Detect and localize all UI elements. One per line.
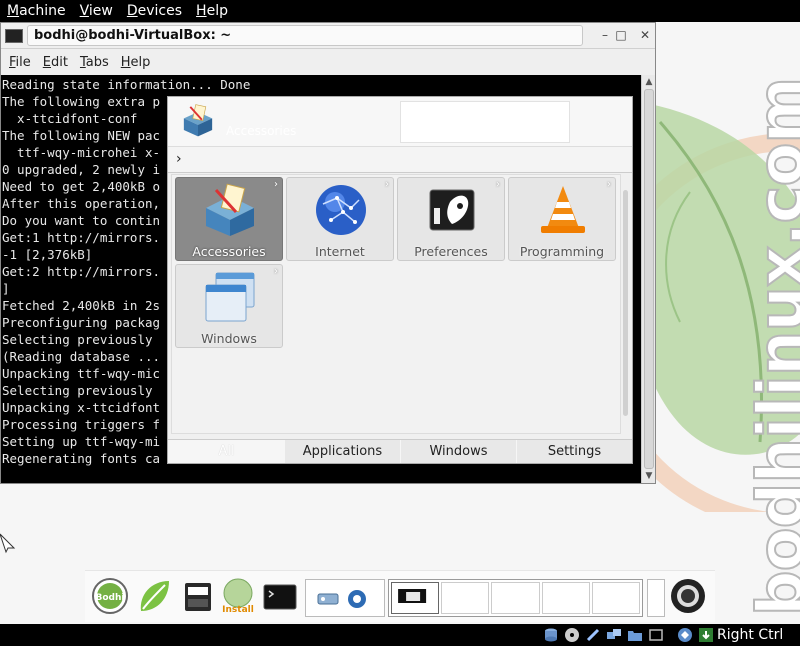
midori-browser-icon[interactable] <box>135 577 173 615</box>
tab-all[interactable]: All <box>168 440 284 463</box>
launcher-search-field[interactable]: Search... <box>400 101 570 143</box>
file-manager-icon[interactable] <box>179 577 217 615</box>
vbox-menu-help[interactable]: Help <box>189 0 235 22</box>
launcher-category-grid: › Accessories › Internet › Preferences ›… <box>171 174 621 434</box>
dock-iconbox <box>305 579 385 617</box>
launcher-search-text: Search... <box>493 112 542 125</box>
terminal-title: bodhi@bodhi-VirtualBox: ~ <box>27 25 583 46</box>
category-tile-accessories[interactable]: › Accessories <box>175 177 283 261</box>
minimize-button[interactable]: – <box>597 27 613 43</box>
maximize-button[interactable]: □ <box>613 27 629 43</box>
launcher-tabs: All Applications Windows Settings <box>168 439 632 463</box>
tile-arrow-icon: › <box>385 179 389 190</box>
launcher-scrollbar[interactable] <box>622 174 630 434</box>
vbox-menu-view[interactable]: View <box>73 0 120 22</box>
windows-icon <box>205 272 255 322</box>
terminal-icon[interactable] <box>261 577 299 615</box>
tab-settings[interactable]: Settings <box>516 440 632 463</box>
terminal-menu-file[interactable]: File <box>3 55 37 70</box>
terminal-menu-edit[interactable]: Edit <box>37 55 74 70</box>
pager-desktop-2[interactable] <box>441 582 490 614</box>
network-icon[interactable] <box>316 588 342 610</box>
terminal-line: Reading state information... Done <box>2 77 251 92</box>
vbox-menu-machine[interactable]: Machine <box>0 0 73 22</box>
svg-text:Bodhi: Bodhi <box>96 593 125 603</box>
tile-arrow-icon: › <box>274 179 278 190</box>
virtualization-icon[interactable] <box>677 627 693 643</box>
breadcrumb-arrow-icon[interactable]: › <box>176 151 182 167</box>
install-icon[interactable]: Install <box>219 577 257 615</box>
tile-label: Preferences <box>414 244 488 259</box>
category-tile-internet[interactable]: › Internet <box>286 177 394 261</box>
app-launcher: Accessories Search... › › Accessories › … <box>167 96 633 464</box>
pager-desktop-5[interactable] <box>591 582 641 614</box>
pager-desktop-4[interactable] <box>541 582 590 614</box>
pager-window-thumbnail <box>398 589 427 603</box>
usb-icon[interactable] <box>585 627 601 643</box>
accessories-icon <box>183 104 213 137</box>
category-tile-programming[interactable]: › Programming <box>508 177 616 261</box>
tile-arrow-icon: › <box>496 179 500 190</box>
globe-icon <box>316 185 366 235</box>
host-key-label: Right Ctrl <box>717 627 784 643</box>
shared-folder-icon[interactable] <box>627 627 643 643</box>
terminal-scroll-thumb[interactable] <box>644 89 654 469</box>
tab-windows[interactable]: Windows <box>400 440 516 463</box>
speaker-icon[interactable] <box>669 577 707 615</box>
scroll-down-arrow-icon[interactable]: ▼ <box>642 469 656 483</box>
svg-text:Install: Install <box>222 605 254 615</box>
vbox-menu-devices[interactable]: Devices <box>120 0 189 22</box>
scroll-up-arrow-icon[interactable]: ▲ <box>642 75 656 89</box>
terminal-menu-help[interactable]: Help <box>115 55 157 70</box>
terminal-titlebar[interactable]: bodhi@bodhi-VirtualBox: ~ – □ ✕ <box>1 23 655 49</box>
accessories-icon <box>206 183 254 236</box>
dock: Bodhi Install <box>85 570 715 622</box>
launcher-header: Accessories Search... <box>168 97 632 147</box>
launcher-scroll-thumb[interactable] <box>623 190 628 416</box>
terminal-app-icon[interactable] <box>5 29 23 43</box>
dock-separator <box>647 579 665 617</box>
vbox-menubar: Machine View Devices Help <box>0 0 800 22</box>
terminal-menubar: File Edit Tabs Help <box>1 49 655 75</box>
wallpaper-site-text: bodhilinux.com <box>744 77 800 617</box>
pager-desktop-1[interactable] <box>391 582 440 614</box>
virtual-desktop-pager <box>388 579 643 617</box>
video-capture-icon[interactable] <box>648 627 664 643</box>
tile-arrow-icon: › <box>274 266 278 277</box>
tile-arrow-icon: › <box>607 179 611 190</box>
optical-drive-icon[interactable] <box>564 627 580 643</box>
hard-disk-icon[interactable] <box>543 627 559 643</box>
tile-label: Accessories <box>192 244 266 259</box>
terminal-scrollbar[interactable]: ▲ ▼ <box>641 75 655 483</box>
preferences-icon <box>429 189 475 231</box>
vlc-cone-icon <box>541 186 585 233</box>
launcher-header-title: Accessories <box>226 124 297 138</box>
category-tile-windows[interactable]: › Windows <box>175 264 283 348</box>
tile-label: Programming <box>519 244 605 259</box>
category-tile-preferences[interactable]: › Preferences <box>397 177 505 261</box>
tile-label: Internet <box>315 244 365 259</box>
launcher-breadcrumb: › <box>168 147 632 173</box>
bodhi-menu-icon[interactable]: Bodhi <box>91 577 129 615</box>
network-adapter-icon[interactable] <box>606 627 622 643</box>
mouse-cursor-icon <box>0 533 16 554</box>
host-key-icon[interactable] <box>698 627 714 643</box>
terminal-menu-tabs[interactable]: Tabs <box>74 55 115 70</box>
vbox-statusbar: Right Ctrl <box>0 624 800 646</box>
audio-icon[interactable] <box>346 588 368 610</box>
tile-label: Windows <box>201 331 257 346</box>
pager-desktop-3[interactable] <box>491 582 540 614</box>
tab-applications[interactable]: Applications <box>284 440 400 463</box>
close-button[interactable]: ✕ <box>637 27 653 43</box>
